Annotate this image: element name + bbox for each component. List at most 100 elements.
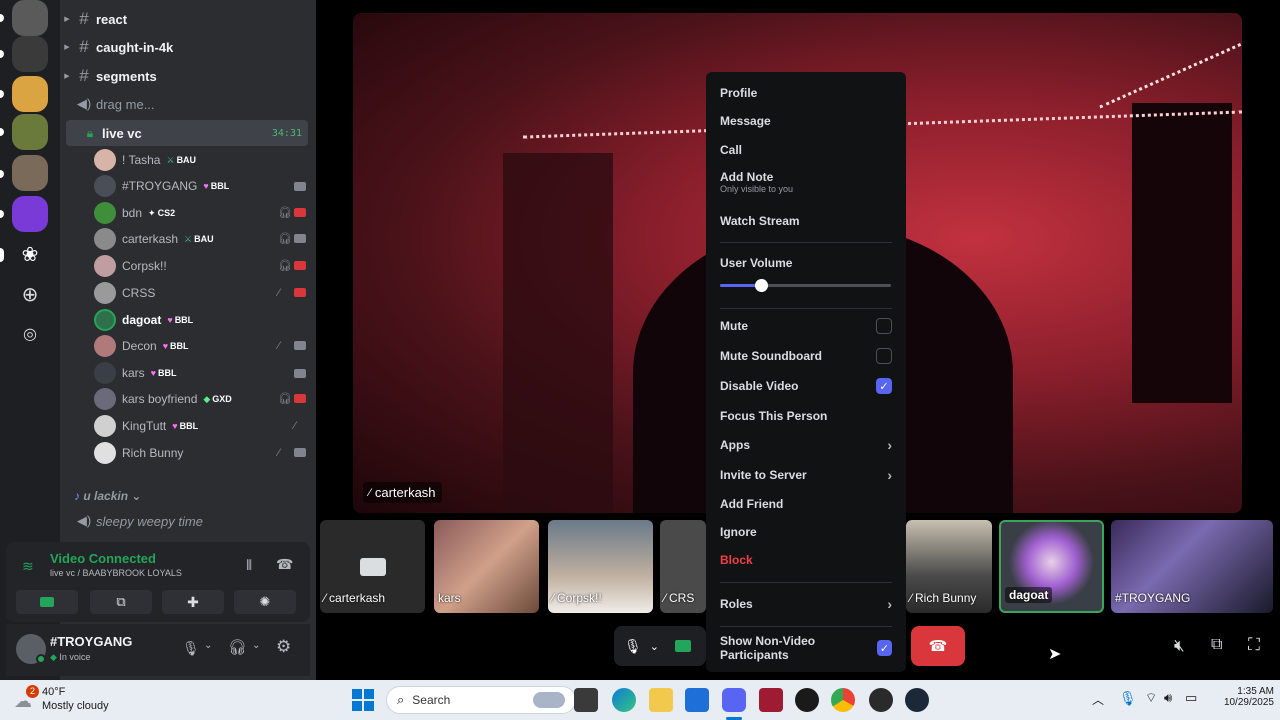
participant-thumbnail[interactable]: ⁄ Rich Bunny: [906, 520, 992, 613]
mic-icon[interactable]: 🎙︎: [1119, 690, 1137, 707]
channel-sleepy-weepy-time[interactable]: ◀) sleepy weepy time: [60, 508, 310, 534]
taskbar-search[interactable]: ⌕ Search: [386, 686, 576, 714]
store-icon[interactable]: [685, 688, 709, 712]
menu-focus-person[interactable]: Focus This Person: [714, 403, 898, 429]
server-icon[interactable]: [12, 196, 48, 232]
voice-user[interactable]: kars boyfriend ◆ GXD 🎧︎: [94, 386, 306, 412]
task-view-icon[interactable]: [574, 688, 598, 712]
voice-user[interactable]: Rich Bunny ⁄: [94, 440, 306, 466]
voice-user[interactable]: dagoat ♥ BBL: [94, 307, 306, 333]
channel-segments[interactable]: ▶ # segments: [60, 63, 310, 89]
mic-muted-icon: ⁄: [369, 486, 371, 499]
menu-add-note[interactable]: Add Note Only visible to you: [714, 166, 898, 198]
voice-user[interactable]: bdn ✦ CS2 🎧︎: [94, 200, 306, 226]
menu-apps[interactable]: Apps ›: [714, 432, 898, 458]
headphones-icon[interactable]: 🎧︎: [228, 638, 247, 656]
menu-ignore[interactable]: Ignore: [714, 519, 898, 545]
voice-user[interactable]: #TROYGANG ♥ BBL: [94, 173, 306, 199]
activities-button[interactable]: ✚: [162, 590, 224, 614]
wifi-icon[interactable]: ⌔: [1145, 690, 1157, 706]
participant-thumbnail[interactable]: kars: [434, 520, 539, 613]
add-server-icon[interactable]: ⊕: [12, 276, 48, 312]
voice-user[interactable]: ! Tasha ⚔ BAU: [94, 147, 306, 173]
menu-add-friend[interactable]: Add Friend: [714, 491, 898, 517]
channel-drag-me[interactable]: ◀) drag me...: [60, 91, 310, 117]
channel-live-vc[interactable]: 🔒︎ live vc 34:31: [66, 120, 308, 146]
menu-divider: [720, 242, 892, 243]
participant-thumbnail[interactable]: #TROYGANG: [1111, 520, 1273, 613]
connection-location[interactable]: live vc / BAABYBROOK LOYALS: [50, 568, 182, 578]
mute-soundboard-checkbox[interactable]: [876, 348, 892, 364]
participant-thumbnail[interactable]: dagoat: [999, 520, 1104, 613]
fullscreen-icon[interactable]: ⛶: [1248, 635, 1260, 655]
voice-user[interactable]: kars ♥ BBL: [94, 360, 306, 386]
menu-call[interactable]: Call: [714, 137, 898, 163]
user-name: kars boyfriend: [122, 392, 198, 406]
menu-message[interactable]: Message: [714, 108, 898, 134]
battery-icon[interactable]: ▭: [1185, 690, 1197, 706]
menu-block[interactable]: Block: [714, 547, 898, 573]
menu-watch-stream[interactable]: Watch Stream: [714, 208, 898, 234]
channel-u-lackin[interactable]: ♪ u lackin ⌄: [60, 483, 310, 509]
chevron-down-icon[interactable]: ⌄: [252, 640, 260, 651]
gear-icon[interactable]: ⚙: [276, 637, 291, 657]
screen-share-button[interactable]: ⧉: [90, 590, 152, 614]
menu-show-non-video[interactable]: Show Non-Video Participants ✓: [714, 634, 898, 662]
participant-thumbnail[interactable]: ⁄ Corpsk!!: [548, 520, 653, 613]
clock[interactable]: 1:35 AM 10/29/2025: [1214, 686, 1274, 708]
file-explorer-icon[interactable]: [649, 688, 673, 712]
participant-thumbnail[interactable]: ⁄ carterkash: [320, 520, 425, 613]
mic-icon[interactable]: 🎙︎: [182, 640, 200, 657]
chrome-icon[interactable]: [831, 688, 855, 712]
speaker-icon[interactable]: 🔊︎: [1164, 690, 1172, 706]
server-icon[interactable]: [12, 76, 48, 112]
menu-mute-soundboard[interactable]: Mute Soundboard: [714, 343, 898, 369]
mic-control[interactable]: 🎙︎ ⌄: [614, 626, 706, 666]
menu-profile[interactable]: Profile: [714, 80, 898, 106]
discover-icon[interactable]: ◎: [12, 316, 48, 352]
unread-indicator: [0, 50, 4, 58]
popout-icon[interactable]: ⧉: [1211, 636, 1222, 654]
voice-user[interactable]: Corpsk!! 🎧︎: [94, 253, 306, 279]
volume-slider[interactable]: [720, 279, 891, 292]
disconnect-icon[interactable]: ☎: [276, 556, 293, 573]
chevron-up-icon[interactable]: ︿: [1092, 691, 1104, 708]
volume-slider-handle[interactable]: [755, 279, 769, 292]
checkmark-icon[interactable]: ✓: [876, 378, 892, 394]
channel-caught-in-4k[interactable]: ▶ # caught-in-4k: [60, 34, 310, 60]
camera-button[interactable]: [16, 590, 78, 614]
participant-label: ⁄ carterkash: [363, 482, 442, 503]
discord-icon[interactable]: [722, 688, 746, 712]
volume-muted-icon[interactable]: 🔇︎: [1174, 636, 1185, 656]
app-icon[interactable]: [759, 688, 783, 712]
leave-call-button[interactable]: ☎: [911, 626, 965, 666]
server-icon[interactable]: [12, 0, 48, 36]
server-icon[interactable]: [12, 114, 48, 150]
server-icon[interactable]: ❀: [12, 236, 48, 272]
menu-invite-to-server[interactable]: Invite to Server ›: [714, 462, 898, 488]
voice-user[interactable]: CRSS ⁄: [94, 280, 306, 306]
steam-icon[interactable]: [905, 688, 929, 712]
soundboard-button[interactable]: ✺: [234, 590, 296, 614]
weather-widget[interactable]: ☁ 2: [14, 685, 39, 711]
channel-react[interactable]: ▶ # react: [60, 6, 310, 32]
server-icon[interactable]: [12, 36, 48, 72]
menu-disable-video[interactable]: Disable Video ✓: [714, 373, 898, 399]
voice-user[interactable]: KingTutt ♥ BBL ⁄: [94, 413, 306, 439]
checkmark-icon[interactable]: ✓: [876, 640, 892, 656]
app-icon[interactable]: [795, 688, 819, 712]
participant-thumbnail[interactable]: ⁄ CRS: [660, 520, 706, 613]
server-icon[interactable]: [12, 155, 48, 191]
mute-checkbox[interactable]: [876, 318, 892, 334]
voice-user[interactable]: Decon ♥ BBL ⁄: [94, 333, 306, 359]
chevron-right-icon: ›: [887, 437, 892, 453]
edge-icon[interactable]: [612, 688, 636, 712]
menu-roles[interactable]: Roles ›: [714, 591, 898, 617]
menu-mute[interactable]: Mute: [714, 313, 898, 339]
app-icon[interactable]: [869, 688, 893, 712]
start-button[interactable]: [352, 689, 374, 711]
menu-user-volume-label: User Volume: [720, 256, 793, 270]
chevron-down-icon[interactable]: ⌄: [204, 640, 212, 651]
noise-suppression-icon[interactable]: ⦀: [246, 557, 252, 574]
voice-user[interactable]: carterkash ⚔ BAU 🎧︎: [94, 226, 306, 252]
